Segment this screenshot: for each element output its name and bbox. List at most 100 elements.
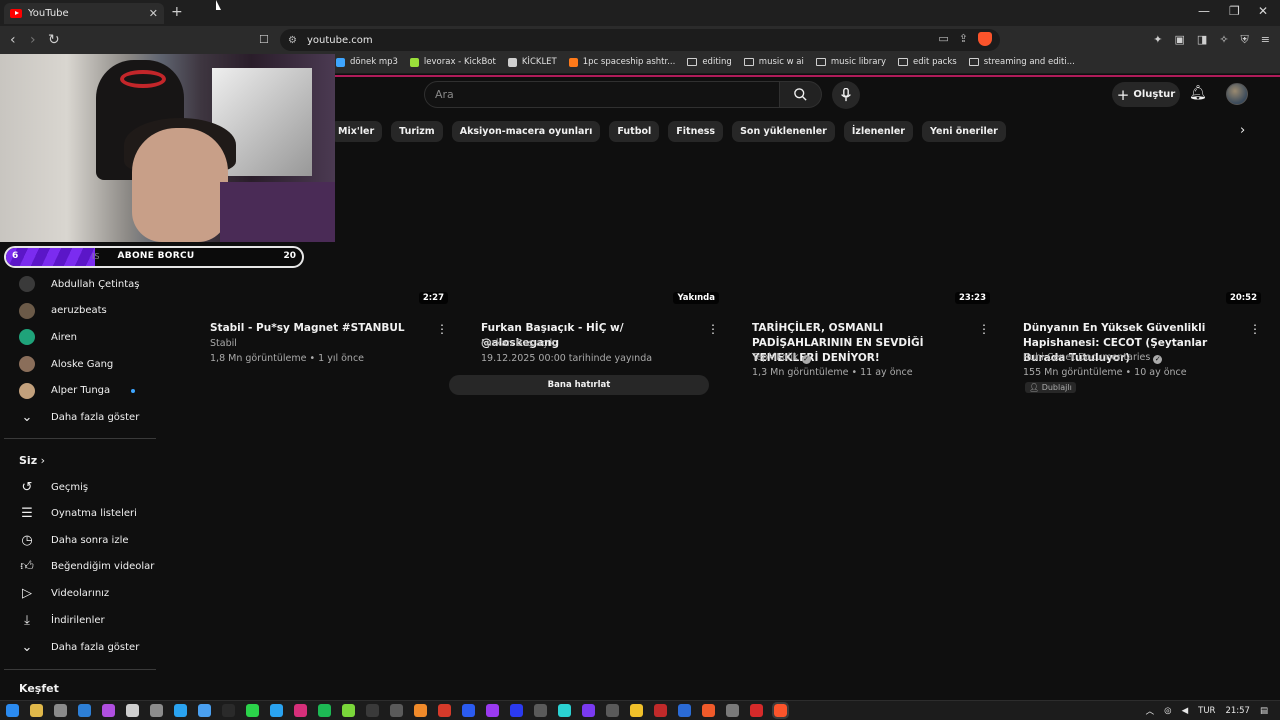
filter-chip[interactable]: Futbol	[609, 121, 660, 142]
bookmark-item[interactable]: edit packs	[898, 57, 957, 67]
taskbar-app-icon[interactable]	[222, 704, 235, 717]
taskbar-app-icon[interactable]	[582, 704, 595, 717]
taskbar-app-icon[interactable]	[198, 704, 211, 717]
remind-me-button[interactable]: Bana hatırlat	[449, 375, 709, 395]
search-button[interactable]	[780, 81, 822, 108]
taskbar-app-icon[interactable]	[318, 704, 331, 717]
share-icon[interactable]: ⇪	[959, 32, 968, 46]
taskbar-app-icon[interactable]	[462, 704, 475, 717]
taskbar-app-icon[interactable]	[366, 704, 379, 717]
url-field[interactable]: ⚙ youtube.com ▭ ⇪	[280, 29, 1000, 51]
forward-icon[interactable]: ›	[30, 32, 36, 48]
bookmark-item[interactable]: dönek mp3	[336, 57, 398, 67]
taskbar-app-icon[interactable]	[54, 704, 67, 717]
taskbar-app-icon[interactable]	[246, 704, 259, 717]
more-options-icon[interactable]: ⋮	[978, 322, 990, 336]
filter-chip[interactable]: Mix'ler	[330, 121, 383, 142]
create-button[interactable]: + Oluştur	[1112, 82, 1180, 107]
taskbar-app-icon[interactable]	[438, 704, 451, 717]
clock[interactable]: 21:57	[1225, 706, 1250, 716]
taskbar-app-icon[interactable]	[558, 704, 571, 717]
taskbar-app-icon[interactable]	[678, 704, 691, 717]
back-icon[interactable]: ‹	[10, 32, 16, 48]
volume-icon[interactable]: ◀	[1182, 706, 1189, 716]
bookmark-item[interactable]: KİCKLET	[507, 57, 557, 67]
filter-chip[interactable]: Fitness	[668, 121, 724, 142]
more-options-icon[interactable]: ⋮	[436, 322, 448, 336]
sidebar-item-downloads[interactable]: ⤓ İndirilenler	[0, 607, 156, 633]
subscription-item[interactable]: Alper Tunga	[0, 378, 156, 404]
taskbar-app-icon[interactable]	[414, 704, 427, 717]
sidebar-item-history[interactable]: ↺ Geçmiş	[0, 474, 156, 500]
close-window-icon[interactable]: ✕	[1258, 4, 1268, 18]
channel-name[interactable]: Stabil	[210, 338, 237, 349]
filter-chip[interactable]: İzlenenler	[843, 121, 913, 142]
new-tab-button[interactable]: +	[171, 4, 183, 20]
show-more-subscriptions[interactable]: ⌄ Daha fazla göster	[0, 404, 156, 430]
start-menu-icon[interactable]	[6, 704, 19, 717]
site-info-icon[interactable]: ⚙	[288, 35, 297, 46]
menu-icon[interactable]: ≡	[1261, 33, 1270, 47]
bookmark-item[interactable]: 1pc spaceship ashtr...	[568, 57, 675, 67]
taskbar-app-icon[interactable]	[510, 704, 523, 717]
brave-shields-icon[interactable]	[978, 32, 992, 46]
sidebar-item-your-videos[interactable]: ▷ Videolarınız	[0, 580, 156, 606]
taskbar-app-icon[interactable]	[654, 704, 667, 717]
notifications-bell-icon[interactable]: 🔔︎	[1189, 85, 1207, 101]
sidebar-item-watch-later[interactable]: ◷ Daha sonra izle	[0, 527, 156, 553]
notification-center-icon[interactable]: ▤	[1260, 706, 1268, 716]
filter-chip[interactable]: Turizm	[391, 121, 443, 142]
taskbar-app-icon[interactable]	[30, 704, 43, 717]
taskbar-app-icon[interactable]	[726, 704, 739, 717]
sidebar-item-playlists[interactable]: ☰ Oynatma listeleri	[0, 501, 156, 527]
channel-name[interactable]: TepkiKolik ✓	[752, 352, 811, 364]
leo-ai-icon[interactable]: ✧	[1219, 33, 1228, 47]
taskbar-app-icon[interactable]	[390, 704, 403, 717]
taskbar-app-icon[interactable]	[486, 704, 499, 717]
chip-next-arrow-icon[interactable]: ›	[1240, 123, 1245, 138]
taskbar-app-icon[interactable]	[174, 704, 187, 717]
bookmark-item[interactable]: music library	[815, 57, 886, 67]
subscription-item[interactable]: Abdullah Çetintaş	[0, 271, 156, 297]
restore-icon[interactable]: ❐	[1229, 4, 1240, 18]
taskbar-app-icon[interactable]	[606, 704, 619, 717]
taskbar-app-icon[interactable]	[342, 704, 355, 717]
taskbar-app-icon[interactable]	[270, 704, 283, 717]
wallet-icon[interactable]: ▣	[1175, 33, 1185, 47]
taskbar-app-icon[interactable]	[102, 704, 115, 717]
bookmark-item[interactable]: levorax - KickBot	[409, 57, 496, 67]
taskbar-app-icon[interactable]	[772, 702, 789, 719]
taskbar-app-icon[interactable]	[630, 704, 643, 717]
tray-chevron-icon[interactable]: ︿	[1146, 705, 1155, 717]
browser-tab[interactable]: YouTube ✕	[4, 3, 164, 24]
bookmark-item[interactable]: editing	[687, 57, 732, 67]
more-options-icon[interactable]: ⋮	[1249, 322, 1261, 336]
show-more-you[interactable]: ⌄ Daha fazla göster	[0, 634, 156, 660]
taskbar-app-icon[interactable]	[534, 704, 547, 717]
taskbar-app-icon[interactable]	[126, 704, 139, 717]
cast-icon[interactable]: ▭	[938, 32, 948, 46]
voice-search-button[interactable]	[832, 81, 860, 109]
sidebar-toggle-icon[interactable]: ◨	[1197, 33, 1207, 47]
taskbar-app-icon[interactable]	[750, 704, 763, 717]
filter-chip[interactable]: Aksiyon-macera oyunları	[451, 121, 601, 142]
subscription-item[interactable]: aeruzbeats	[0, 298, 156, 324]
filter-chip[interactable]: Yeni öneriler	[922, 121, 1006, 142]
bookmark-icon[interactable]: ☐	[259, 33, 269, 46]
channel-name[interactable]: Ruhi Cenet Documentaries ✓	[1023, 352, 1163, 364]
network-icon[interactable]: ◎	[1164, 706, 1171, 716]
minimize-icon[interactable]: —	[1198, 4, 1210, 18]
subscription-item[interactable]: Airen	[0, 324, 156, 350]
you-section-header[interactable]: Siz ›	[19, 454, 45, 467]
bookmark-item[interactable]: music w ai	[743, 57, 804, 67]
language-indicator[interactable]: TUR	[1198, 706, 1215, 716]
subscription-item[interactable]: Aloske Gang	[0, 351, 156, 377]
tab-close-icon[interactable]: ✕	[149, 7, 158, 20]
sidebar-item-liked[interactable]: 👍︎ Beğendiğim videolar	[0, 554, 156, 580]
taskbar-app-icon[interactable]	[294, 704, 307, 717]
taskbar-app-icon[interactable]	[702, 704, 715, 717]
filter-chip[interactable]: Son yüklenenler	[732, 121, 835, 142]
account-avatar[interactable]	[1226, 83, 1248, 105]
taskbar-app-icon[interactable]	[78, 704, 91, 717]
channel-name[interactable]: Furkan Başıaçık	[481, 338, 555, 349]
